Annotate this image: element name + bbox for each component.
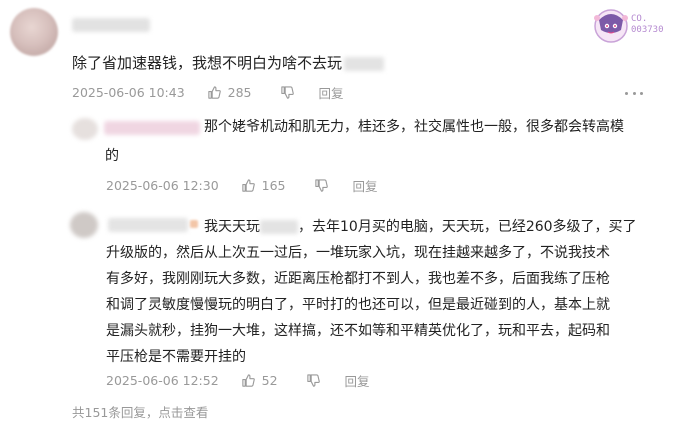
badge-label-bottom: 003730	[631, 25, 664, 35]
comment-more-icon[interactable]	[625, 84, 643, 102]
view-all-replies-link[interactable]: 共151条回复，点击查看	[72, 402, 208, 421]
reply2-text-line5: 是漏头就秒，挂狗一大堆，这样搞，还不如等和平精英优化了，玩和平去，起码和	[106, 323, 610, 339]
reply1-like-button[interactable]: 165	[241, 178, 286, 193]
thumbs-down-icon	[280, 86, 294, 99]
comment-text-blurred	[344, 56, 385, 71]
reply1-meta: 2025-06-06 12:30 165 回复	[106, 176, 378, 195]
fan-badge: CO. 003730	[591, 6, 671, 46]
reply2-text-blurred	[260, 220, 298, 234]
reply2-text-line1: 我天天玩 ，去年10月买的电脑，天天玩，已经260多级了，买了	[204, 219, 637, 235]
thumbs-up-icon	[207, 86, 221, 99]
thumbs-up-icon	[241, 179, 255, 192]
reply2-time: 2025-06-06 12:52	[106, 373, 219, 388]
thumbs-up-icon	[241, 374, 255, 387]
thumbs-down-icon	[306, 374, 320, 387]
comment-text: 除了省加速器钱，我想不明白为啥不去玩	[72, 52, 385, 74]
reply2-text-line3: 有多好，我刚刚玩大多数，近距离压枪都打不到人，我也差不多，后面我练了压枪	[106, 271, 610, 287]
reply1-like-count: 165	[261, 178, 286, 193]
reply2-avatar[interactable]	[70, 212, 98, 238]
reply2-text-line2: 升级版的，然后从上次五一过后，一堆玩家入坑，现在挂越来越多了，不说我技术	[106, 245, 610, 261]
reply1-dislike-button[interactable]	[314, 178, 329, 193]
thumbs-down-icon	[314, 179, 328, 192]
reply2-level-badge	[190, 220, 198, 228]
reply2-text-line4: 和调了灵敏度慢慢玩的明白了，平时打的也还可以，但是最近碰到的人，基本上就	[106, 297, 610, 313]
comment-like-count: 285	[227, 85, 252, 100]
comment-time: 2025-06-06 10:43	[72, 85, 185, 100]
commenter-avatar[interactable]	[10, 8, 58, 56]
comment-reply-button[interactable]: 回复	[319, 83, 344, 102]
comment-dislike-button[interactable]	[280, 85, 295, 100]
comment-meta: 2025-06-06 10:43 285 回复	[72, 83, 344, 102]
reply2-like-button[interactable]: 52	[241, 373, 278, 388]
reply2-reply-button[interactable]: 回复	[345, 371, 370, 390]
reply2-dislike-button[interactable]	[306, 373, 321, 388]
reply1-time: 2025-06-06 12:30	[106, 178, 219, 193]
comment-like-button[interactable]: 285	[207, 85, 252, 100]
reply1-text-line2: 的	[105, 148, 119, 164]
reply2-name-blurred[interactable]	[108, 218, 188, 232]
reply2-text-line6: 平压枪是不需要开挂的	[106, 349, 246, 365]
reply1-text-line1: 那个姥爷机动和肌无力，桂还多，社交属性也一般，很多都会转高模	[204, 119, 624, 135]
commenter-name-blurred[interactable]	[72, 18, 150, 32]
reply1-name-blurred[interactable]	[104, 121, 200, 135]
reply2-like-count: 52	[261, 373, 278, 388]
badge-label-top: CO.	[631, 14, 648, 24]
reply1-reply-button[interactable]: 回复	[353, 176, 378, 195]
reply2-meta: 2025-06-06 12:52 52 回复	[106, 371, 370, 390]
reply1-avatar[interactable]	[72, 118, 98, 140]
